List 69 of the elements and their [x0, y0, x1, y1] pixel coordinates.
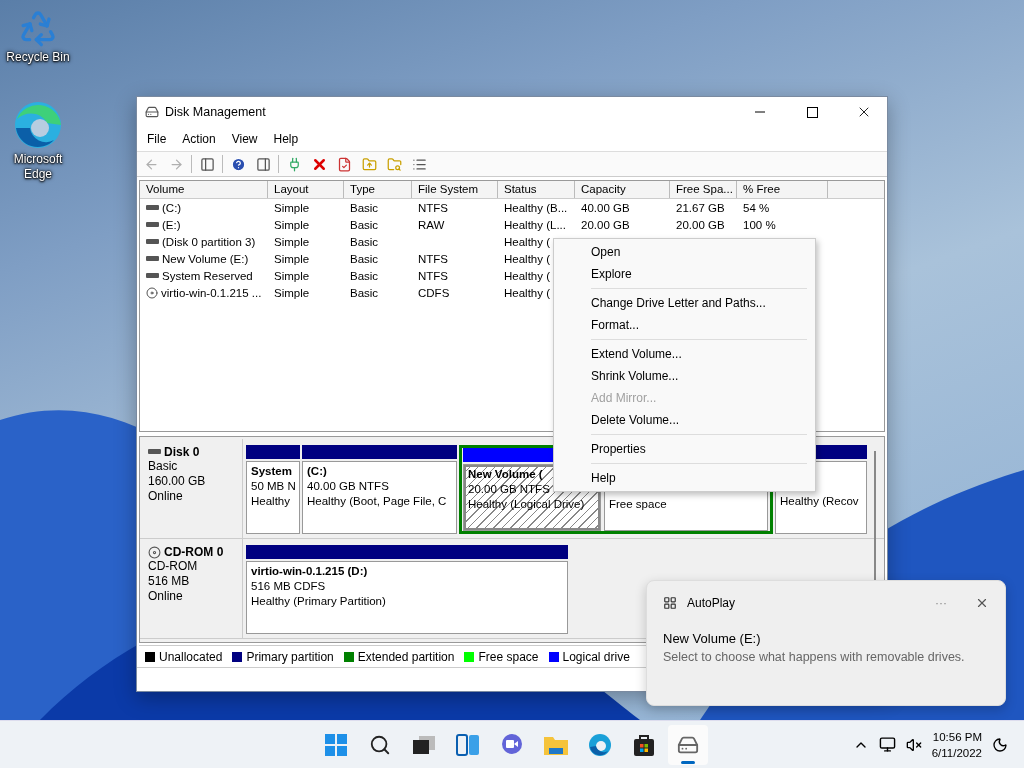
- table-cell: 54 %: [743, 201, 770, 214]
- table-cell: 20.00 GB: [581, 218, 630, 231]
- table-cell: Basic: [350, 218, 379, 231]
- disk-info: 516 MB: [148, 574, 191, 589]
- table-cell: Simple: [274, 269, 310, 282]
- disk-info: Basic: [148, 459, 179, 474]
- partition-status: Healthy (Recov: [780, 494, 860, 509]
- table-cell: CDFS: [418, 286, 450, 299]
- table-cell: Simple: [274, 252, 310, 265]
- legend-label: Unallocated: [159, 649, 223, 664]
- table-cell: Simple: [274, 235, 310, 248]
- table-cell: NTFS: [418, 269, 449, 282]
- partition-status: Healthy: [251, 494, 291, 509]
- partition-size: 50 MB N: [251, 479, 295, 494]
- partition-status: Healthy (Logical Drive): [468, 497, 586, 512]
- table-cell: Basic: [350, 235, 379, 248]
- table-cell: Basic: [350, 286, 379, 299]
- disk-name: CD-ROM 0: [164, 545, 224, 559]
- partition-size: 40.00 GB NTFS: [307, 479, 390, 494]
- table-cell: Simple: [274, 201, 310, 214]
- table-cell: Healthy (: [504, 269, 551, 282]
- table-cell: New Volume (E:): [162, 252, 249, 265]
- toast-heading: New Volume (E:): [663, 631, 762, 646]
- partition-size: 20.00 GB NTFS: [468, 482, 551, 497]
- legend-label: Logical drive: [562, 649, 630, 664]
- table-cell: Healthy (: [504, 252, 551, 265]
- window-title: Disk Management: [165, 105, 267, 119]
- table-cell: System Reserved: [162, 269, 253, 282]
- disk-info: Online: [148, 489, 184, 504]
- table-cell: RAW: [418, 218, 445, 231]
- legend-label: Free space: [478, 649, 539, 664]
- disk-name: Disk 0: [164, 445, 200, 459]
- partition-name: virtio-win-0.1.215 (D:): [251, 564, 369, 579]
- legend-label: Extended partition: [357, 649, 455, 664]
- partition-status: Healthy (Primary Partition): [251, 594, 387, 609]
- table-cell: Simple: [274, 286, 310, 299]
- partition-status: Healthy (Boot, Page File, C: [307, 494, 448, 509]
- disk-info: Online: [148, 589, 184, 604]
- partition-size: 516 MB CDFS: [251, 579, 327, 594]
- disk-info: CD-ROM: [148, 559, 199, 574]
- table-cell: Basic: [350, 269, 379, 282]
- table-cell: (C:): [162, 201, 182, 214]
- table-cell: 20.00 GB: [676, 218, 725, 231]
- partition-name: (C:): [307, 464, 328, 479]
- table-cell: Basic: [350, 201, 379, 214]
- clock-time: 10:56 PM: [932, 729, 982, 745]
- table-cell: NTFS: [418, 252, 449, 265]
- table-cell: Healthy (: [504, 235, 551, 248]
- toast-message: Select to choose what happens with removable drives.: [663, 649, 966, 666]
- table-cell: 100 %: [743, 218, 776, 231]
- table-cell: Healthy (: [504, 286, 551, 299]
- table-cell: 40.00 GB: [581, 201, 630, 214]
- clock-date: 6/11/2022: [931, 745, 982, 761]
- disk-info: 160.00 GB: [148, 474, 207, 489]
- desktop-icon-label: Recycle Bin: [6, 50, 70, 65]
- table-cell: NTFS: [418, 201, 449, 214]
- table-cell: Simple: [274, 218, 310, 231]
- legend-label: Primary partition: [246, 649, 334, 664]
- partition-status: Free space: [609, 497, 668, 512]
- table-cell: Basic: [350, 252, 379, 265]
- desktop-icon-label: Microsoft Edge: [12, 152, 64, 182]
- table-cell: (Disk 0 partition 3): [162, 235, 256, 248]
- table-cell: (E:): [162, 218, 181, 231]
- partition-name: System: [251, 464, 293, 479]
- table-cell: Healthy (B...: [504, 201, 568, 214]
- toast-app-name: AutoPlay: [687, 596, 737, 610]
- table-cell: Healthy (L...: [504, 218, 566, 231]
- table-cell: virtio-win-0.1.215 ...: [161, 286, 262, 299]
- table-cell: 21.67 GB: [676, 201, 725, 214]
